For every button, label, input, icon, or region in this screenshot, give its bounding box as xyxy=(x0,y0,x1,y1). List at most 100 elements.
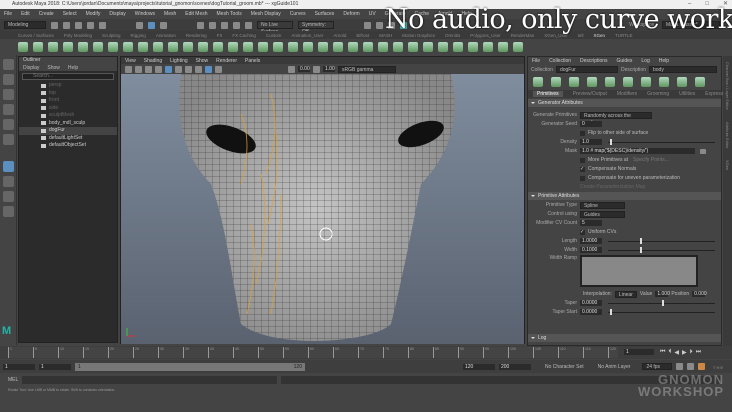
compensate-param-checkbox[interactable] xyxy=(580,175,585,181)
primitive-section[interactable]: Primitive Attributes xyxy=(528,192,721,200)
outliner-item[interactable]: front xyxy=(19,97,117,105)
side-pane-icon[interactable] xyxy=(3,191,14,202)
add-guide-icon[interactable] xyxy=(569,77,579,87)
compensate-normals-checkbox[interactable]: ✓ xyxy=(580,166,585,172)
render-icon[interactable] xyxy=(364,21,371,29)
shelf-tool-icon[interactable] xyxy=(48,41,58,52)
shelf-tool-icon[interactable] xyxy=(198,41,208,52)
xgen-menu-log[interactable]: Log xyxy=(641,58,649,64)
guide-cv-icon[interactable] xyxy=(605,77,615,87)
shelf-tab-fx-caching[interactable]: FX Caching xyxy=(232,33,256,38)
shelf-tab-animation[interactable]: Animation xyxy=(156,33,176,38)
menu-surfaces[interactable]: Surfaces xyxy=(315,11,335,17)
shelf-tool-icon[interactable] xyxy=(468,41,478,52)
snap-grid-icon[interactable] xyxy=(197,21,204,29)
xgen-menu-file[interactable]: File xyxy=(532,58,540,64)
viewport-3d[interactable] xyxy=(121,74,524,344)
specify-points-button[interactable]: Specify Points... xyxy=(633,157,669,163)
taper-slider[interactable] xyxy=(608,299,715,306)
xgen-menu-help[interactable]: Help xyxy=(659,58,669,64)
outliner-item[interactable]: sculptMesh xyxy=(19,112,117,120)
expression-editor-icon[interactable] xyxy=(700,148,706,154)
shelf-tool-icon[interactable] xyxy=(258,41,268,52)
scale-tool-icon[interactable] xyxy=(3,134,14,145)
scene-start-field[interactable]: 1 xyxy=(3,363,35,370)
move-guide-icon[interactable] xyxy=(587,77,597,87)
collection-select[interactable]: dogFur xyxy=(555,66,618,73)
mel-label[interactable]: MEL xyxy=(8,377,18,383)
menu-edit-mesh[interactable]: Edit Mesh xyxy=(185,11,207,17)
shelf-tool-icon[interactable] xyxy=(438,41,448,52)
shelf-tool-icon[interactable] xyxy=(213,41,223,52)
live-surface-field[interactable]: No Live Surface xyxy=(257,21,293,35)
description-select[interactable]: body xyxy=(648,66,717,73)
shelf-tool-icon[interactable] xyxy=(393,41,403,52)
outliner-item[interactable]: persp xyxy=(19,82,117,90)
shelf-tool-icon[interactable] xyxy=(423,41,433,52)
outliner-item[interactable]: side xyxy=(19,105,117,113)
bookmark-icon[interactable] xyxy=(135,65,142,73)
outliner-layout-icon[interactable] xyxy=(3,206,14,217)
uniform-cvs-checkbox[interactable]: ✓ xyxy=(580,229,585,235)
shelf-tool-icon[interactable] xyxy=(138,41,148,52)
xgen-tab-grooming[interactable]: Grooming xyxy=(647,91,669,97)
bend-icon[interactable] xyxy=(677,77,687,87)
menu-windows[interactable]: Windows xyxy=(135,11,155,17)
shelf-tool-icon[interactable] xyxy=(63,41,73,52)
ramp-position-field[interactable]: 0.000 xyxy=(692,291,707,297)
shelf-tab-rendering[interactable]: Rendering xyxy=(186,33,207,38)
shelf-tab-curves-surfaces[interactable]: Curves / Surfaces xyxy=(18,33,54,38)
outliner-item[interactable]: dogFur xyxy=(19,127,117,135)
menu-mesh[interactable]: Mesh xyxy=(164,11,176,17)
scene-end-field[interactable]: 200 xyxy=(499,363,531,370)
create-map-button[interactable]: Create Parameterization Map xyxy=(580,184,645,190)
save-scene-icon[interactable] xyxy=(75,21,82,29)
shelf-tool-icon[interactable] xyxy=(243,41,253,52)
generator-section[interactable]: Generator Attributes xyxy=(528,99,721,107)
viewport-menu-panels[interactable]: Panels xyxy=(245,58,260,64)
interpolation-select[interactable]: Linear xyxy=(614,290,637,298)
shelf-tool-icon[interactable] xyxy=(513,41,523,52)
xgen-menu-guides[interactable]: Guides xyxy=(617,58,633,64)
ramp-value-field[interactable]: 1.000 xyxy=(655,291,670,297)
menu-curves[interactable]: Curves xyxy=(290,11,306,17)
move-tool-icon[interactable] xyxy=(3,104,14,115)
character-set-select[interactable]: No Character Set xyxy=(545,364,584,370)
shelf-tool-icon[interactable] xyxy=(408,41,418,52)
time-slider[interactable]: 1 5 10 15 20 25 30 35 40 45 50 55 60 65 70 75 80 85 90 95 10… xyxy=(0,346,732,359)
lights-icon[interactable] xyxy=(195,65,202,73)
slider-handle[interactable] xyxy=(610,308,613,315)
menu-display[interactable]: Display xyxy=(109,11,125,17)
playback-end-field[interactable]: 120 xyxy=(463,363,495,370)
primitive-type-select[interactable]: Spline xyxy=(580,201,625,209)
menu-edit[interactable]: Edit xyxy=(21,11,30,17)
xgen-menu-collection[interactable]: Collection xyxy=(549,58,571,64)
shelf-tool-icon[interactable] xyxy=(303,41,313,52)
menu-uv[interactable]: UV xyxy=(369,11,376,17)
step-forward-button[interactable]: ⏵ xyxy=(690,349,693,356)
shelf-tool-icon[interactable] xyxy=(228,41,238,52)
image-plane-icon[interactable] xyxy=(145,65,152,73)
xgen-menu-descriptions[interactable]: Descriptions xyxy=(580,58,608,64)
new-scene-icon[interactable] xyxy=(51,21,58,29)
control-select[interactable]: Guides xyxy=(580,210,625,218)
guide-length-icon[interactable] xyxy=(623,77,633,87)
import-icon[interactable] xyxy=(551,77,561,87)
symmetry-select[interactable]: Symmetry: Off xyxy=(298,21,334,35)
width-field[interactable]: 0.1000 xyxy=(580,247,602,253)
menu-create[interactable]: Create xyxy=(39,11,54,17)
slider-handle[interactable] xyxy=(640,237,643,244)
mode-select[interactable]: Modeling xyxy=(4,21,46,29)
side-tab-xgen[interactable]: XGen xyxy=(725,160,730,170)
range-slider[interactable]: 1 120 xyxy=(75,362,305,371)
viewport-menu-lighting[interactable]: Lighting xyxy=(170,58,188,64)
xray-icon[interactable] xyxy=(205,65,212,73)
outliner-item[interactable]: top xyxy=(19,90,117,98)
rebuild-icon[interactable] xyxy=(641,77,651,87)
menu-file[interactable]: File xyxy=(4,11,12,17)
outliner-item[interactable]: defaultObjectSet xyxy=(19,142,117,150)
outliner-menu-show[interactable]: Show xyxy=(47,65,60,71)
grid-icon[interactable] xyxy=(155,65,162,73)
shelf-tool-icon[interactable] xyxy=(333,41,343,52)
length-field[interactable]: 1.0000 xyxy=(580,238,602,244)
